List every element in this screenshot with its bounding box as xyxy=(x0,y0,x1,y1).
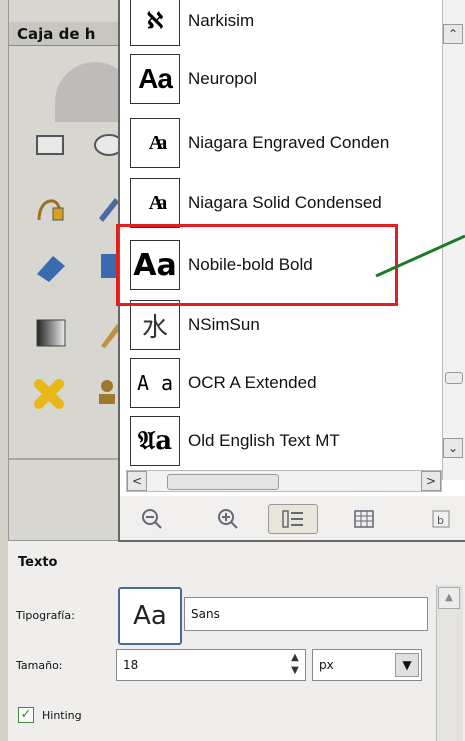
scroll-down-icon[interactable]: ⌄ xyxy=(443,438,463,458)
font-name: Niagara Engraved Conden xyxy=(188,133,390,152)
list-item[interactable]: 𝔄a Old English Text MT xyxy=(126,412,446,470)
list-item[interactable]: ℵ Narkisim xyxy=(126,0,446,50)
text-options-header: Texto xyxy=(18,555,58,570)
scroll-right-icon[interactable]: > xyxy=(421,471,441,491)
font-sample-preview: Aa xyxy=(130,178,180,228)
font-sample-preview: ℵ xyxy=(130,0,180,46)
font-name: OCR A Extended xyxy=(188,373,317,392)
size-input[interactable]: 18 xyxy=(116,649,306,681)
highlight-box xyxy=(116,224,398,306)
panel-separator xyxy=(9,458,119,460)
font-list-vertical-scrollbar[interactable]: ⌃ ⌄ xyxy=(442,0,465,480)
size-label: Tamaño: xyxy=(16,659,63,672)
chevron-down-icon: ▼ xyxy=(395,653,419,677)
font-name: Neuropol xyxy=(188,69,257,88)
list-item[interactable]: A a OCR A Extended xyxy=(126,354,446,412)
font-label: Tipografía: xyxy=(16,609,75,622)
unit-select[interactable]: px ▼ xyxy=(312,649,422,681)
clone-icon[interactable] xyxy=(31,246,71,286)
list-item[interactable]: Aa Neuropol xyxy=(126,50,446,108)
scroll-left-icon[interactable]: < xyxy=(127,471,147,491)
zoom-out-icon[interactable] xyxy=(134,504,170,534)
heal-icon[interactable] xyxy=(31,372,71,412)
hinting-checkbox[interactable]: ✓ xyxy=(18,707,34,723)
font-preview-sample: Aa xyxy=(133,601,167,631)
svg-text:b: b xyxy=(437,514,444,527)
toolbox-title: Caja de h xyxy=(9,22,121,46)
zoom-in-icon[interactable] xyxy=(210,504,246,534)
font-name: Narkisim xyxy=(188,11,255,30)
options-scroll-up-button[interactable]: ▲ xyxy=(438,587,460,609)
font-sample-preview: Aa xyxy=(130,118,180,168)
unit-value: px xyxy=(319,658,334,672)
font-name: Old English Text MT xyxy=(188,431,340,450)
list-view-icon[interactable] xyxy=(268,504,318,534)
text-tool-options: Texto Tipografía: Aa Sans ▲ Tamaño: 18 ▲… xyxy=(8,540,465,741)
list-item[interactable]: Aa Niagara Engraved Conden xyxy=(126,114,446,172)
size-spinner[interactable]: ▲ ▼ xyxy=(286,651,304,679)
font-sample-preview: A a xyxy=(130,358,180,408)
scrollbar-thumb[interactable] xyxy=(167,474,279,490)
font-sample-preview: 水 xyxy=(130,300,180,350)
grid-view-icon[interactable] xyxy=(346,504,382,534)
font-preview-button[interactable]: Aa xyxy=(118,587,182,645)
font-list-horizontal-scrollbar[interactable]: < > xyxy=(126,470,442,492)
paths-icon[interactable] xyxy=(31,186,71,226)
rect-select-icon[interactable] xyxy=(31,124,71,164)
font-sample-preview: 𝔄a xyxy=(130,416,180,466)
popup-toolbar: b xyxy=(120,496,465,540)
font-name-input[interactable]: Sans xyxy=(184,597,428,631)
font-sample-preview: Aa xyxy=(130,54,180,104)
scrollbar-thumb[interactable] xyxy=(445,372,463,384)
blend-icon[interactable] xyxy=(31,312,71,352)
edit-icon[interactable]: b xyxy=(426,504,456,534)
hinting-label: Hinting xyxy=(42,709,82,722)
scroll-up-icon[interactable]: ⌃ xyxy=(443,24,463,44)
